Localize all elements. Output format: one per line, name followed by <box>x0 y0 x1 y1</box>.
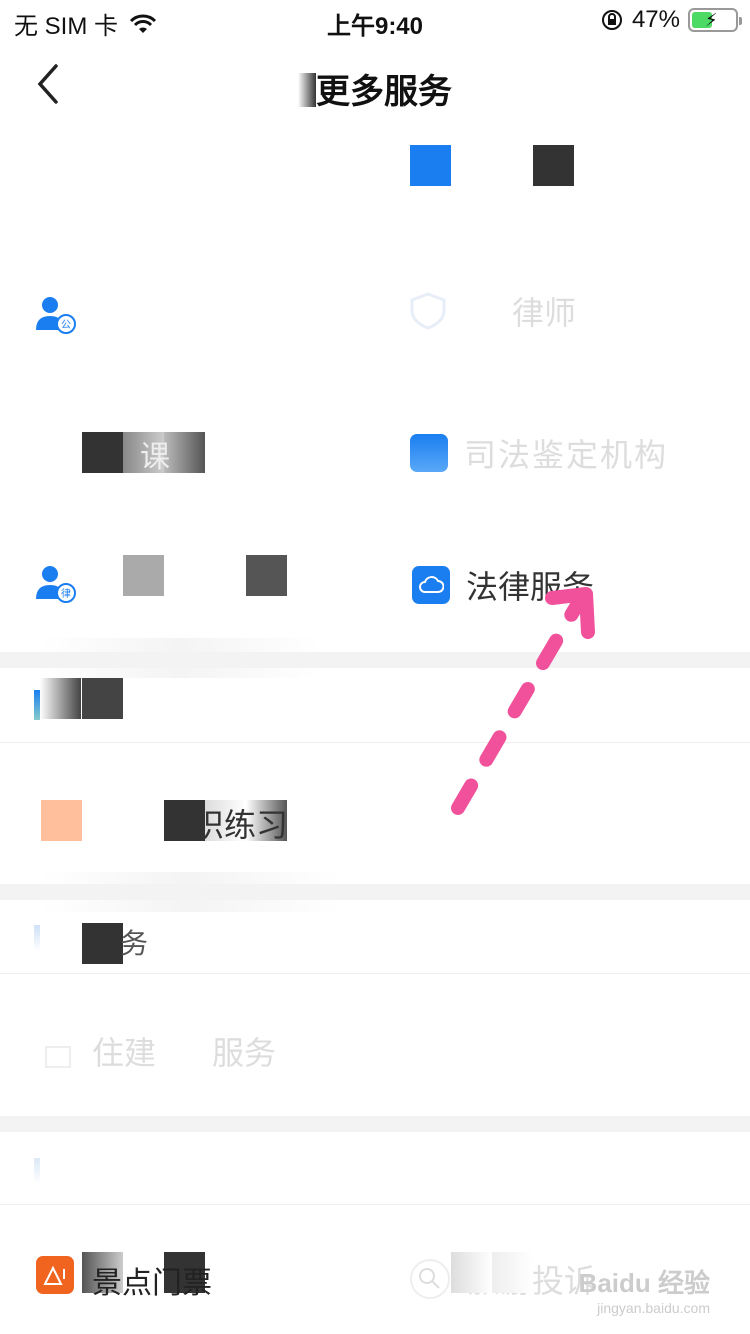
grid-item-label: 司法鉴定机构 <box>464 437 669 473</box>
battery-icon: ⚡ <box>688 8 742 32</box>
housing-right-label: 服务 <box>212 1035 277 1071</box>
annotation-arrow-icon <box>451 587 595 815</box>
page-title: 更多服务 <box>0 64 750 113</box>
practice-item[interactable]: 识练习 <box>192 800 288 846</box>
section-divider <box>0 1116 750 1132</box>
watermark-url: jingyan.baidu.com <box>597 1300 710 1316</box>
official-person-icon: 公 <box>36 297 76 334</box>
grid-item-label <box>92 292 220 338</box>
grid-item-label: 律师 <box>512 295 577 331</box>
section-accent <box>34 925 40 951</box>
mosaic-block <box>123 555 164 596</box>
housing-label: 住建 <box>92 1035 157 1071</box>
grid-item-lawyer[interactable]: 律师 <box>410 288 576 334</box>
tickets-label-wrap: 景点门票 <box>92 1258 212 1302</box>
mosaic-block <box>451 1252 492 1293</box>
mosaic-block <box>533 145 574 186</box>
grid-item-label: 课 <box>140 441 170 474</box>
mosaic-block <box>40 678 81 719</box>
row-divider <box>0 973 750 974</box>
mosaic-block <box>164 432 205 473</box>
mosaic-block <box>246 555 287 596</box>
status-right: 47% ⚡ <box>600 6 742 34</box>
practice-label: 识练习 <box>192 807 289 843</box>
title-mask <box>298 73 316 107</box>
row-divider <box>0 742 750 743</box>
mosaic-block <box>492 1252 533 1293</box>
grid-item-course[interactable]: 课 <box>140 432 170 476</box>
grid-item-lawyer-person[interactable]: 律 <box>36 565 76 603</box>
section-accent <box>34 1158 40 1184</box>
lawyer-person-icon: 律 <box>36 566 76 603</box>
mosaic-block <box>82 923 123 964</box>
mosaic-block <box>82 432 123 473</box>
svg-text:律: 律 <box>61 587 71 600</box>
ticket-icon <box>36 1256 74 1294</box>
nav-bar: 更多服务 <box>0 50 750 120</box>
watermark-brand: Baidu 经验 <box>578 1268 710 1298</box>
tickets-label: 景点门票 <box>92 1267 212 1300</box>
mosaic-block <box>410 145 451 186</box>
section-divider <box>0 652 750 668</box>
section-title-label: 务 <box>120 928 149 959</box>
search-icon <box>410 1259 450 1299</box>
battery-percent: 47% <box>631 6 680 33</box>
tickets-item[interactable] <box>36 1256 74 1294</box>
section-title: 务 <box>120 922 148 962</box>
practice-icon <box>41 800 82 841</box>
judicial-icon <box>410 434 448 472</box>
building-icon <box>45 1046 71 1068</box>
section-divider <box>0 884 750 900</box>
row-divider <box>0 1204 750 1205</box>
mosaic-block <box>82 678 123 719</box>
housing-item[interactable]: 住建 服务 <box>40 1028 276 1074</box>
orientation-lock-icon <box>601 10 622 30</box>
shield-icon <box>410 292 446 330</box>
status-bar: 无 SIM 卡 上午9:40 47% ⚡ <box>0 0 750 40</box>
charging-icon: ⚡ <box>705 10 718 30</box>
grid-item-judicial[interactable]: 司法鉴定机构 <box>410 430 668 476</box>
grid-item-official[interactable]: 公 <box>36 292 220 338</box>
svg-text:公: 公 <box>61 320 71 331</box>
baidu-watermark: Baidu 经验 jingyan.baidu.com <box>579 1263 710 1316</box>
